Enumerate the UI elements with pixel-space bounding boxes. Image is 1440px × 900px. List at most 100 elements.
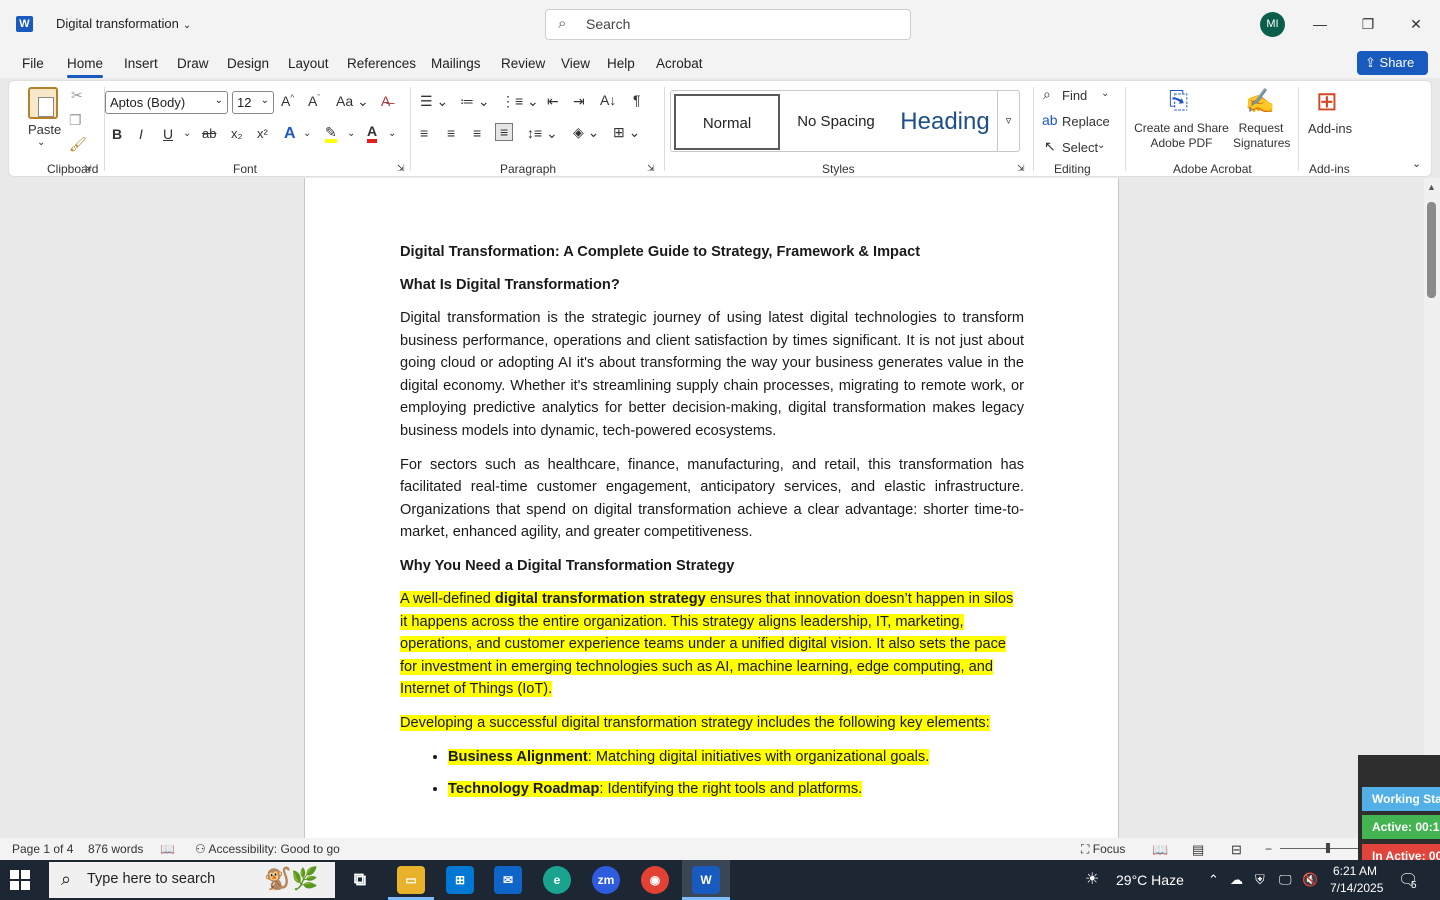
tab-insert[interactable]: Insert [124, 56, 158, 71]
align-center-icon[interactable]: ≡ [447, 125, 455, 141]
chevron-down-icon[interactable]: ⌄ [1101, 88, 1109, 99]
close-button[interactable]: ✕ [1404, 12, 1428, 36]
taskbar-search-input[interactable] [87, 871, 287, 887]
scroll-up-icon[interactable]: ▲ [1427, 182, 1436, 192]
clipboard-launcher-icon[interactable]: ⇲ [84, 163, 92, 174]
shrink-font-icon[interactable]: Aˇ [308, 93, 320, 109]
vertical-scrollbar[interactable]: ▲ [1424, 178, 1440, 838]
replace-button[interactable]: Replace [1062, 114, 1110, 129]
accessibility-status[interactable]: ⚇ Accessibility: Good to go [195, 842, 340, 856]
page-count[interactable]: Page 1 of 4 [12, 842, 73, 856]
select-button[interactable]: Select [1062, 140, 1098, 155]
font-size-select[interactable]: 12 ⌄ [232, 91, 274, 114]
read-mode-icon[interactable]: 📖 [1152, 842, 1168, 858]
microsoft-store-icon[interactable]: ⊞ [446, 866, 474, 894]
clock-date[interactable]: 7/14/2025 [1330, 881, 1383, 895]
paste-icon[interactable] [28, 87, 58, 119]
grow-font-icon[interactable]: A^ [281, 93, 294, 109]
tab-home[interactable]: Home [67, 56, 104, 78]
chevron-down-icon[interactable]: ⌄ [388, 128, 396, 139]
network-icon[interactable]: 🖵 [1279, 872, 1292, 888]
focus-button[interactable]: ⛶ Focus [1081, 842, 1125, 857]
web-layout-icon[interactable]: ⊟ [1231, 842, 1242, 858]
edge-icon[interactable]: e [543, 866, 571, 894]
chevron-down-icon[interactable]: ⌄ [347, 128, 355, 139]
zoom-out-icon[interactable]: − [1265, 842, 1272, 856]
file-explorer-icon[interactable]: ▭ [397, 866, 425, 894]
clock-time[interactable]: 6:21 AM [1333, 864, 1377, 878]
format-painter-icon[interactable]: 🖌 [69, 136, 87, 153]
document-body[interactable]: Digital Transformation: A Complete Guide… [400, 241, 1024, 811]
add-ins-button[interactable]: Add-ins [1308, 121, 1352, 136]
paste-button[interactable]: Paste [28, 122, 61, 137]
strikethrough-icon[interactable]: ab [202, 126, 216, 141]
highlight-color-icon[interactable]: ✎ [325, 125, 337, 143]
word-count[interactable]: 876 words [88, 842, 143, 856]
line-spacing-icon[interactable]: ↕≡ ⌄ [527, 125, 558, 142]
paragraph-launcher-icon[interactable]: ⇲ [647, 163, 655, 174]
underline-icon[interactable]: U [163, 126, 173, 142]
zoom-slider[interactable] [1280, 848, 1360, 849]
search-box[interactable]: ⌕ [545, 9, 911, 40]
justify-icon[interactable]: ≡ [495, 123, 514, 141]
bullets-icon[interactable]: ☰ ⌄ [420, 93, 448, 110]
increase-indent-icon[interactable]: ⇥ [573, 93, 585, 110]
create-share-pdf-button[interactable]: Create and Share Adobe PDF [1134, 121, 1229, 151]
copy-icon[interactable]: ❐ [69, 112, 82, 129]
weather-text[interactable]: 29°C Haze [1116, 872, 1184, 888]
change-case-icon[interactable]: Aa ⌄ [336, 93, 369, 110]
mail-icon[interactable]: ✉ [494, 866, 522, 894]
tab-references[interactable]: References [347, 56, 416, 71]
font-launcher-icon[interactable]: ⇲ [397, 163, 405, 174]
clear-formatting-icon[interactable]: A̶ [381, 93, 390, 109]
numbering-icon[interactable]: ≔ ⌄ [460, 93, 490, 110]
security-icon[interactable]: ⛨ [1255, 872, 1265, 888]
shading-icon[interactable]: ◈ ⌄ [573, 124, 599, 141]
share-button[interactable]: ⇪ Share [1357, 51, 1428, 75]
chrome-icon[interactable]: ◉ [641, 866, 669, 894]
volume-muted-icon[interactable]: 🔇 [1302, 872, 1318, 888]
tab-acrobat[interactable]: Acrobat [656, 56, 703, 71]
show-formatting-icon[interactable]: ¶ [633, 92, 641, 108]
tab-design[interactable]: Design [227, 56, 269, 71]
font-family-select[interactable]: Aptos (Body) ⌄ [105, 91, 228, 114]
chevron-down-icon[interactable]: ⌄ [1097, 140, 1105, 151]
tab-mailings[interactable]: Mailings [431, 56, 481, 71]
tab-help[interactable]: Help [607, 56, 635, 71]
multilevel-list-icon[interactable]: ⋮≡ ⌄ [501, 93, 539, 110]
document-title-dropdown[interactable]: Digital transformation ⌄ [56, 16, 191, 31]
style-heading[interactable]: Heading [890, 94, 1000, 150]
document-page[interactable]: Digital Transformation: A Complete Guide… [304, 178, 1119, 838]
show-hidden-icons-icon[interactable]: ⌃ [1208, 872, 1219, 888]
zoom-icon[interactable]: zm [592, 866, 620, 894]
start-button[interactable] [10, 870, 30, 890]
minimize-button[interactable]: — [1308, 12, 1332, 36]
word-taskbar-icon[interactable]: W [692, 866, 720, 894]
task-view-icon[interactable]: ⧉ [346, 866, 374, 894]
borders-icon[interactable]: ⊞ ⌄ [613, 124, 640, 141]
cut-icon[interactable]: ✂ [71, 87, 83, 104]
decrease-indent-icon[interactable]: ⇤ [547, 93, 559, 110]
taskbar-search[interactable]: ⌕ 🐒🌿 [49, 862, 335, 898]
style-normal[interactable]: Normal [674, 94, 780, 150]
restore-button[interactable]: ❐ [1356, 12, 1380, 36]
weather-icon[interactable]: ☀ [1085, 869, 1099, 889]
sort-icon[interactable]: A↓ [600, 92, 616, 108]
style-no-spacing[interactable]: No Spacing [783, 94, 889, 150]
chevron-down-icon[interactable]: ⌄ [183, 128, 191, 139]
tab-draw[interactable]: Draw [177, 56, 209, 71]
tab-review[interactable]: Review [501, 56, 545, 71]
ribbon-collapse-icon[interactable]: ⌄ [1412, 157, 1421, 170]
print-layout-icon[interactable]: ▤ [1192, 842, 1204, 858]
paste-dropdown-icon[interactable]: ⌄ [37, 137, 45, 148]
bold-icon[interactable]: B [112, 126, 122, 142]
scroll-thumb[interactable] [1427, 202, 1436, 298]
search-input[interactable] [586, 16, 886, 32]
italic-icon[interactable]: I [139, 126, 143, 142]
align-right-icon[interactable]: ≡ [473, 125, 481, 141]
tab-file[interactable]: File [22, 56, 44, 71]
text-effects-icon[interactable]: A [284, 125, 296, 143]
avatar[interactable]: MI [1260, 12, 1285, 37]
styles-launcher-icon[interactable]: ⇲ [1017, 163, 1025, 174]
align-left-icon[interactable]: ≡ [420, 125, 428, 141]
